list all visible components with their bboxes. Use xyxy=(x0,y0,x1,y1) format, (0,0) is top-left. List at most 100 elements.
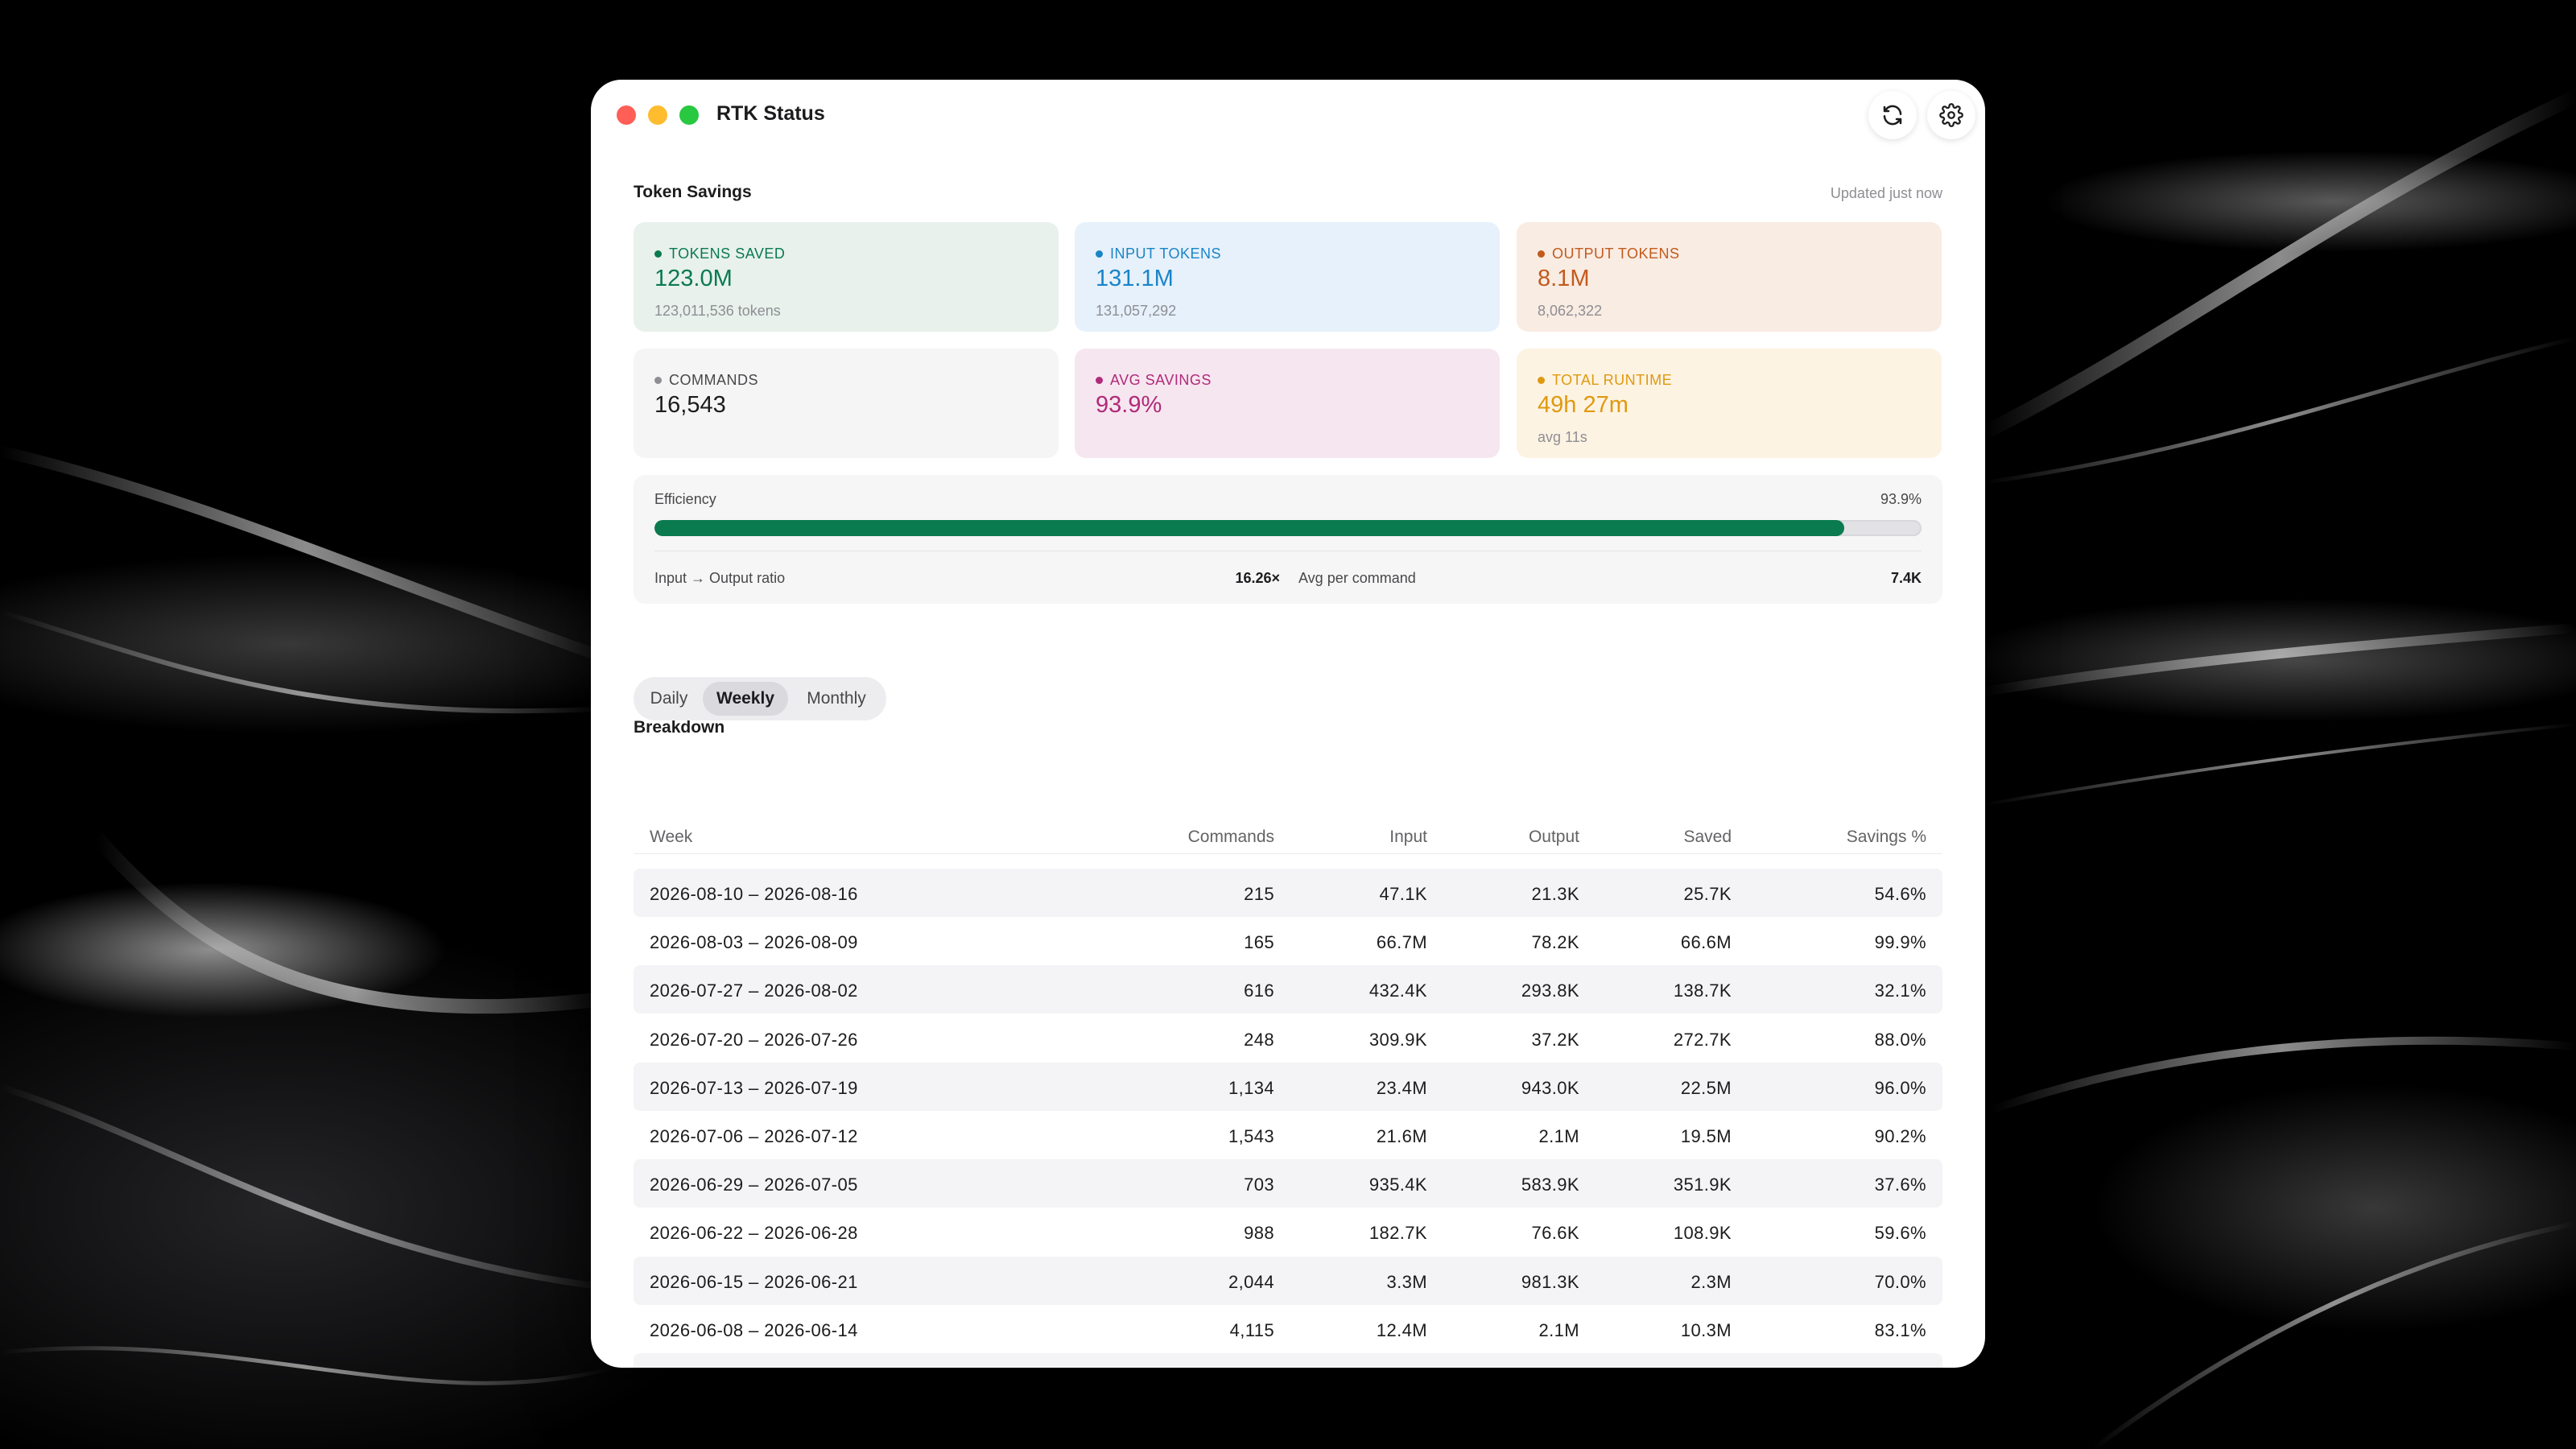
refresh-icon xyxy=(1883,105,1902,126)
cell-savings-percent: 54.6% xyxy=(1874,884,1926,904)
table-row[interactable]: 2026-07-06 – 2026-07-12 1,543 21.6M 2.1M 19.… xyxy=(634,1111,1942,1159)
stat-card-input-tokens: INPUT TOKENS 131.1M 131,057,292 xyxy=(1075,222,1500,332)
stat-card-label: TOTAL RUNTIME xyxy=(1538,372,1672,389)
column-header-output[interactable]: Output xyxy=(1529,828,1579,847)
gear-icon xyxy=(1939,103,1963,127)
cell-input: 21.6M xyxy=(1376,1126,1427,1146)
stat-card-label-text: AVG SAVINGS xyxy=(1110,372,1212,388)
stat-card-avg-savings: AVG SAVINGS 93.9% xyxy=(1075,349,1500,458)
column-header-commands[interactable]: Commands xyxy=(1188,828,1274,847)
efficiency-label: Efficiency xyxy=(654,491,716,507)
table-row[interactable]: 2026-07-20 – 2026-07-26 248 309.9K 37.2K 272… xyxy=(634,1014,1942,1063)
cell-commands: 248 xyxy=(1244,1029,1274,1050)
settings-button[interactable] xyxy=(1927,91,1975,139)
cell-savings-percent: 32.1% xyxy=(1874,980,1926,1001)
table-header: Week Commands Input Output Saved Savings… xyxy=(634,808,1942,854)
close-window-button[interactable] xyxy=(617,105,636,125)
cell-input: 12.4M xyxy=(1376,1319,1427,1340)
table-row[interactable]: 2026-08-10 – 2026-08-16 215 47.1K 21.3K 25.7… xyxy=(634,869,1942,917)
efficiency-bar-track xyxy=(654,520,1922,536)
cell-commands: 165 xyxy=(1244,932,1274,953)
cell-input: 935.4K xyxy=(1368,1174,1427,1195)
cell-week: 2026-08-10 – 2026-08-16 xyxy=(650,884,858,904)
minimize-window-button[interactable] xyxy=(648,105,667,125)
cell-output: 981.3K xyxy=(1521,1271,1579,1292)
cell-savings-percent: 37.6% xyxy=(1874,1174,1926,1195)
app-title: RTK Status xyxy=(716,102,825,125)
column-header-week[interactable]: Week xyxy=(650,828,692,847)
cell-week: 2026-06-29 – 2026-07-05 xyxy=(650,1174,858,1195)
cell-output: 583.9K xyxy=(1521,1174,1579,1195)
cell-saved: 351.9K xyxy=(1673,1174,1732,1195)
cell-input: 182.7K xyxy=(1368,1223,1427,1244)
cell-saved: 25.7K xyxy=(1683,884,1732,904)
stat-card-label: INPUT TOKENS xyxy=(1096,246,1221,262)
cell-commands: 616 xyxy=(1244,980,1274,1001)
column-header-saved[interactable]: Saved xyxy=(1683,828,1732,847)
cell-saved: 66.6M xyxy=(1680,932,1732,953)
cell-savings-percent: 88.0% xyxy=(1874,1029,1926,1050)
table-row[interactable]: 2026-06-22 – 2026-06-28 988 182.7K 76.6K 108… xyxy=(634,1208,1942,1256)
stat-card-subtext: 8,062,322 xyxy=(1538,303,1603,319)
stat-card-value: 49h 27m xyxy=(1538,392,1629,418)
cell-output: 37.2K xyxy=(1531,1029,1579,1050)
ratio-value: 16.26× xyxy=(1235,570,1280,586)
table-row[interactable]: 2026-08-03 – 2026-08-09 165 66.7M 78.2K 66.6… xyxy=(634,917,1942,965)
cell-week: 2026-07-13 – 2026-07-19 xyxy=(650,1077,858,1098)
status-dot-icon xyxy=(1538,250,1545,258)
period-segmented-control: Daily Weekly Monthly xyxy=(634,677,886,720)
cell-saved: 272.7K xyxy=(1673,1029,1732,1050)
cell-input: 23.4M xyxy=(1376,1077,1427,1098)
cell-output: 21.3K xyxy=(1531,884,1579,904)
stat-card-subtext: avg 11s xyxy=(1538,429,1587,445)
table-row[interactable]: 2026-07-27 – 2026-08-02 616 432.4K 293.8K 13… xyxy=(634,965,1942,1014)
stat-card-label: AVG SAVINGS xyxy=(1096,372,1212,389)
status-dot-icon xyxy=(654,250,662,258)
tab-monthly[interactable]: Monthly xyxy=(791,682,881,716)
column-header-savings-percent[interactable]: Savings % xyxy=(1847,828,1926,847)
cell-saved: 138.7K xyxy=(1673,980,1732,1001)
stat-card-label: TOKENS SAVED xyxy=(654,246,785,262)
stat-card-value: 93.9% xyxy=(1096,392,1162,418)
table-row[interactable]: 2026-06-08 – 2026-06-14 4,115 12.4M 2.1M 10.… xyxy=(634,1305,1942,1353)
tab-daily[interactable]: Daily xyxy=(638,682,700,716)
stat-card-value: 123.0M xyxy=(654,266,733,291)
cell-commands: 1,543 xyxy=(1228,1126,1274,1146)
zoom-window-button[interactable] xyxy=(679,105,699,125)
cell-saved: 10.3M xyxy=(1680,1319,1732,1340)
cell-week: 2026-07-20 – 2026-07-26 xyxy=(650,1029,858,1050)
cell-input: 432.4K xyxy=(1368,980,1427,1001)
cell-input: 3.3M xyxy=(1386,1271,1427,1292)
cell-output: 2.1M xyxy=(1538,1319,1579,1340)
stat-card-tokens-saved: TOKENS SAVED 123.0M 123,011,536 tokens xyxy=(634,222,1059,332)
cell-savings-percent: 70.0% xyxy=(1874,1271,1926,1292)
cell-savings-percent: 59.6% xyxy=(1874,1223,1926,1244)
cell-savings-percent: 96.0% xyxy=(1874,1077,1926,1098)
cell-input: 66.7M xyxy=(1376,932,1427,953)
cell-input: 47.1K xyxy=(1379,884,1427,904)
cell-saved: 22.5M xyxy=(1680,1077,1732,1098)
efficiency-panel: Efficiency 93.9% Input → Output ratio 16… xyxy=(634,475,1942,604)
status-dot-icon xyxy=(1096,377,1103,384)
cell-commands: 1,134 xyxy=(1228,1077,1274,1098)
efficiency-percent: 93.9% xyxy=(1880,491,1922,507)
cell-commands: 2,044 xyxy=(1228,1271,1274,1292)
stat-card-subtext: 123,011,536 tokens xyxy=(654,303,781,319)
column-header-input[interactable]: Input xyxy=(1389,828,1427,847)
stat-card-label-text: COMMANDS xyxy=(669,372,758,388)
refresh-button[interactable] xyxy=(1868,91,1917,139)
cell-week: 2026-07-27 – 2026-08-02 xyxy=(650,980,858,1001)
stat-card-label: COMMANDS xyxy=(654,372,758,389)
table-row[interactable]: 2026-06-15 – 2026-06-21 2,044 3.3M 981.3K 2.… xyxy=(634,1256,1942,1305)
tab-weekly[interactable]: Weekly xyxy=(703,682,788,716)
table-row[interactable]: 2026-06-01 – 2026-06-07815192.1K122.7K69… xyxy=(634,1353,1942,1368)
cell-output: 76.6K xyxy=(1531,1223,1579,1244)
table-row[interactable]: 2026-07-13 – 2026-07-19 1,134 23.4M 943.0K 2… xyxy=(634,1062,1942,1111)
cell-week: 2026-06-15 – 2026-06-21 xyxy=(650,1271,858,1292)
cell-commands: 988 xyxy=(1244,1223,1274,1244)
cell-savings-percent: 90.2% xyxy=(1874,1126,1926,1146)
cell-week: 2026-06-22 – 2026-06-28 xyxy=(650,1223,858,1244)
cell-output: 943.0K xyxy=(1521,1077,1579,1098)
ratio-label: Input → Output ratio xyxy=(654,570,786,586)
table-row[interactable]: 2026-06-29 – 2026-07-05 703 935.4K 583.9K 35… xyxy=(634,1159,1942,1208)
